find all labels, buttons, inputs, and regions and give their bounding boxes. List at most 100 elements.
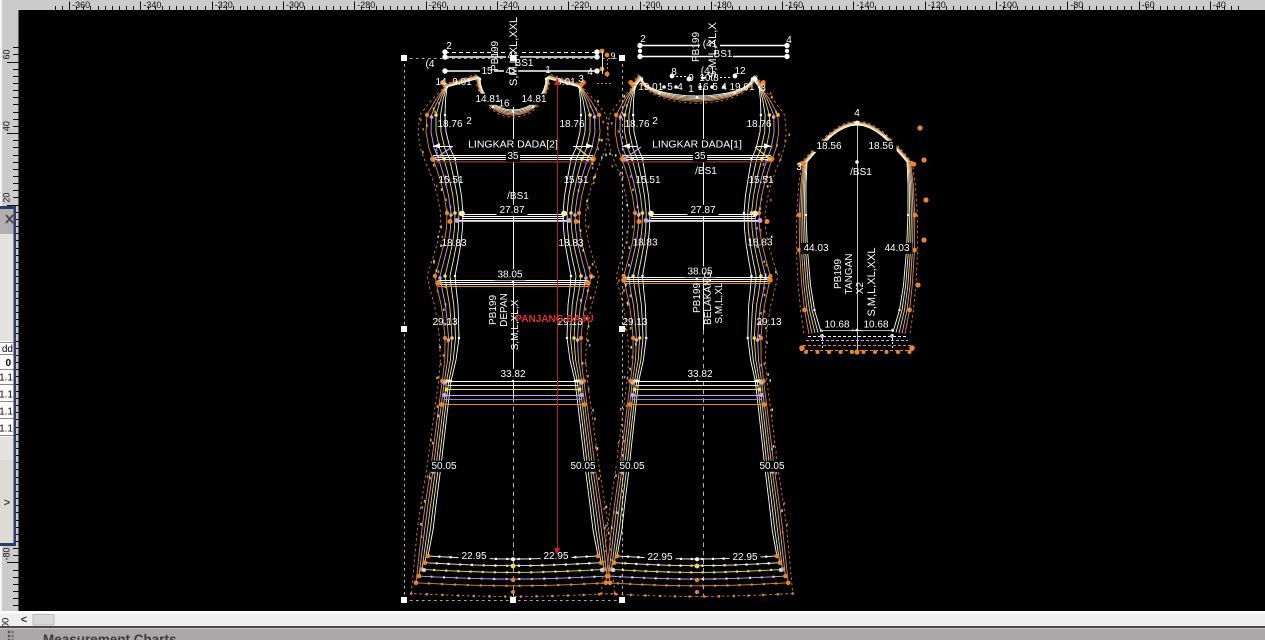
svg-text:35: 35 xyxy=(507,151,519,162)
svg-text:10.68: 10.68 xyxy=(824,320,849,331)
svg-text:14: 14 xyxy=(435,77,447,88)
svg-text:18.76: 18.76 xyxy=(559,119,584,130)
svg-text:1: 1 xyxy=(688,84,694,95)
svg-text:<: < xyxy=(21,614,27,626)
svg-text:4: 4 xyxy=(721,82,727,93)
svg-text:PB199: PB199 xyxy=(692,283,703,313)
svg-text:18.83: 18.83 xyxy=(632,238,657,249)
svg-text:2: 2 xyxy=(466,116,472,127)
svg-text:44.03: 44.03 xyxy=(803,243,828,254)
svg-text:S,M,L,XL,XXL: S,M,L,XL,XXL xyxy=(866,247,878,316)
svg-text:22.95: 22.95 xyxy=(732,552,757,563)
svg-text:18.56: 18.56 xyxy=(816,141,841,152)
svg-text:19.01: 19.01 xyxy=(729,82,754,93)
svg-text:9: 9 xyxy=(610,51,615,61)
svg-text:719.01: 719.01 xyxy=(633,82,664,93)
svg-text:-80: -80 xyxy=(2,547,12,560)
svg-text:LINGKAR DADA[2]: LINGKAR DADA[2] xyxy=(468,139,558,151)
svg-text:50.05: 50.05 xyxy=(759,461,784,472)
svg-text:-160: -160 xyxy=(785,0,803,10)
svg-text:27.87: 27.87 xyxy=(690,205,715,216)
svg-text:(4: (4 xyxy=(426,59,435,70)
svg-text:X2: X2 xyxy=(855,281,866,294)
svg-text:33.82: 33.82 xyxy=(500,369,525,380)
svg-text:9.01: 9.01 xyxy=(556,77,576,88)
svg-text:15.51: 15.51 xyxy=(635,175,660,186)
svg-text:-340: -340 xyxy=(143,0,161,10)
svg-text:-320: -320 xyxy=(215,0,233,10)
svg-text:-40: -40 xyxy=(1213,0,1226,10)
svg-text:16: 16 xyxy=(697,82,709,93)
svg-text:-180: -180 xyxy=(714,0,732,10)
svg-text:1.1: 1.1 xyxy=(0,373,13,384)
svg-text:BELAKANG: BELAKANG xyxy=(703,271,714,325)
svg-text:-200: -200 xyxy=(643,0,661,10)
svg-text:14.81: 14.81 xyxy=(521,94,546,105)
svg-text:dd: dd xyxy=(2,344,13,355)
svg-text:18.83: 18.83 xyxy=(558,238,583,249)
svg-text:3: 3 xyxy=(760,83,766,94)
svg-text:PANJANG BAJU: PANJANG BAJU xyxy=(515,314,593,325)
svg-text:50.05: 50.05 xyxy=(570,461,595,472)
svg-text:LINGKAR DADA[1]: LINGKAR DADA[1] xyxy=(652,139,742,151)
svg-text:29.13: 29.13 xyxy=(622,317,647,328)
svg-text:2: 2 xyxy=(640,34,646,45)
svg-text:1.1: 1.1 xyxy=(0,390,13,401)
svg-text:20: 20 xyxy=(2,193,12,203)
svg-text:S,M,L,XL: S,M,L,XL xyxy=(714,282,725,324)
svg-text:4: 4 xyxy=(854,108,860,119)
svg-text:-360: -360 xyxy=(72,0,90,10)
svg-text:-60: -60 xyxy=(1142,0,1155,10)
svg-text:2: 2 xyxy=(652,116,658,127)
svg-text:18.76: 18.76 xyxy=(746,119,771,130)
svg-text:0: 0 xyxy=(5,358,11,369)
svg-text:50.05: 50.05 xyxy=(619,461,644,472)
svg-text:PB199: PB199 xyxy=(833,259,844,289)
svg-text:35: 35 xyxy=(694,151,706,162)
svg-text:8: 8 xyxy=(671,67,677,78)
svg-text:1.1: 1.1 xyxy=(0,424,13,435)
svg-text:15.51: 15.51 xyxy=(748,175,773,186)
svg-text:29.13: 29.13 xyxy=(432,317,457,328)
svg-text:1: 1 xyxy=(545,65,551,76)
svg-text:5: 5 xyxy=(667,82,673,93)
svg-text:12: 12 xyxy=(734,66,746,77)
svg-text:4: 4 xyxy=(786,35,792,46)
svg-text:2: 2 xyxy=(446,41,452,52)
svg-text:3: 3 xyxy=(578,74,584,85)
svg-text:-260: -260 xyxy=(429,0,447,10)
svg-text:-280: -280 xyxy=(357,0,375,10)
svg-text:-140: -140 xyxy=(856,0,874,10)
svg-text:PB199: PB199 xyxy=(691,32,702,62)
svg-text:16: 16 xyxy=(498,99,510,110)
svg-text:33.82: 33.82 xyxy=(687,369,712,380)
svg-text:44.03: 44.03 xyxy=(884,243,909,254)
svg-text:15.51: 15.51 xyxy=(563,175,588,186)
svg-text:27.87: 27.87 xyxy=(499,205,524,216)
svg-text:-120: -120 xyxy=(928,0,946,10)
svg-text:-240: -240 xyxy=(500,0,518,10)
svg-text:22.95: 22.95 xyxy=(647,552,672,563)
svg-text:14.81: 14.81 xyxy=(475,94,500,105)
svg-text:40: 40 xyxy=(2,121,12,131)
svg-text:/BS1: /BS1 xyxy=(850,167,872,178)
svg-text:15.51: 15.51 xyxy=(438,175,463,186)
svg-text:DEPAN: DEPAN xyxy=(499,293,510,327)
svg-text:18.76: 18.76 xyxy=(624,119,649,130)
svg-text:>: > xyxy=(4,497,10,509)
svg-text:S,M,L,XL,X: S,M,L,XL,X xyxy=(707,22,719,78)
svg-text:TANGAN: TANGAN xyxy=(844,254,855,295)
svg-text:9.01: 9.01 xyxy=(452,77,472,88)
svg-text:9: 9 xyxy=(688,73,694,84)
svg-text:10.68: 10.68 xyxy=(863,320,888,331)
svg-text:-300: -300 xyxy=(286,0,304,10)
svg-text:22.95: 22.95 xyxy=(461,551,486,562)
svg-text:/BS1: /BS1 xyxy=(695,166,717,177)
svg-text:3: 3 xyxy=(796,162,802,173)
svg-text:1.1: 1.1 xyxy=(0,407,13,418)
svg-text:4: 4 xyxy=(677,82,683,93)
svg-text:29.13: 29.13 xyxy=(756,317,781,328)
svg-text:5: 5 xyxy=(712,82,718,93)
svg-text:-100: -100 xyxy=(999,0,1017,10)
svg-text:S,M,L,XL,XXL: S,M,L,XL,XXL xyxy=(508,17,520,86)
